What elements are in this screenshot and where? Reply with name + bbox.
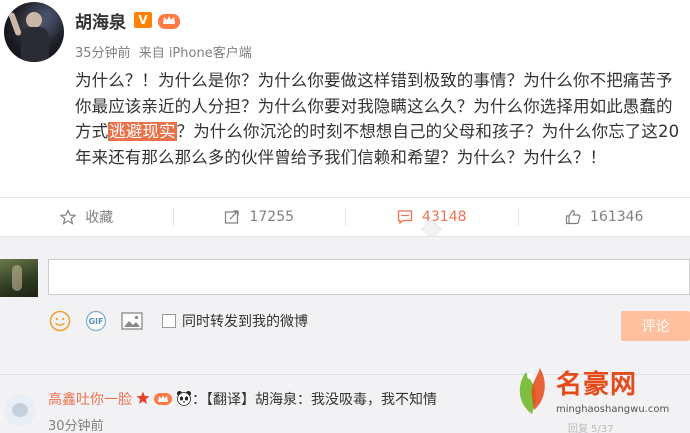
author-name[interactable]: 胡海泉 <box>75 8 126 33</box>
leaf-logo-icon <box>512 360 552 416</box>
forward-button[interactable]: 17255 <box>172 198 346 235</box>
comment-line: 高鑫吐你一脸 ：【翻译】胡海泉：我没吸毒，我不知情 <box>48 389 437 409</box>
submit-comment-button[interactable]: 评论 <box>621 311 690 341</box>
action-bar: 收藏 17255 43148 161346 <box>0 197 690 235</box>
star-badge-icon <box>136 391 150 408</box>
avatar-head <box>26 12 42 28</box>
content-highlight: 逃避现实 <box>108 122 177 141</box>
panda-icon <box>176 390 192 409</box>
member-crown-icon[interactable] <box>158 11 180 29</box>
star-icon <box>59 208 77 226</box>
comment-input[interactable] <box>48 259 690 295</box>
thumbs-up-icon <box>564 208 582 226</box>
favorite-label: 收藏 <box>85 209 114 226</box>
like-button[interactable]: 161346 <box>517 198 690 235</box>
gif-icon[interactable]: GIF <box>84 309 108 333</box>
author-row: 胡海泉 V <box>75 8 180 33</box>
forward-count: 17255 <box>249 208 295 225</box>
weibo-post: 胡海泉 V 35分钟前 来自 iPhone客户端 为什么？！为什么是你？为什么你… <box>0 0 690 190</box>
comment-tools: GIF 同时转发到我的微博 <box>48 309 308 333</box>
svg-text:GIF: GIF <box>88 317 103 326</box>
like-count: 161346 <box>590 208 644 225</box>
my-avatar[interactable] <box>0 259 38 297</box>
image-icon[interactable] <box>120 309 144 333</box>
author-avatar[interactable] <box>4 2 64 62</box>
watermark-footer: 回复 5/37 <box>568 424 614 433</box>
comment-icon <box>396 208 414 226</box>
forward-checkbox[interactable] <box>162 314 176 328</box>
forward-icon <box>223 208 241 226</box>
verified-badge-icon[interactable]: V <box>134 12 152 28</box>
member-crown-icon <box>154 391 172 408</box>
emoji-icon[interactable] <box>48 309 72 333</box>
post-meta: 35分钟前 来自 iPhone客户端 <box>75 42 256 61</box>
forward-checkbox-label[interactable]: 同时转发到我的微博 <box>182 311 308 331</box>
commenter-name[interactable]: 高鑫吐你一脸 <box>48 389 132 409</box>
comment-text: ：【翻译】胡海泉：我没吸毒，我不知情 <box>192 392 437 408</box>
commenter-avatar[interactable] <box>4 394 36 426</box>
watermark-url: minghaoshangwu.com <box>556 404 670 415</box>
comment-time: 30分钟前 <box>48 419 104 433</box>
site-watermark: 名豪网 minghaoshangwu.com 回复 5/37 <box>510 356 690 433</box>
comment-button[interactable]: 43148 <box>345 198 518 235</box>
post-source[interactable]: 来自 iPhone客户端 <box>139 46 252 61</box>
post-time[interactable]: 35分钟前 <box>75 46 131 61</box>
post-content: 为什么？！为什么是你？为什么你要做这样错到极致的事情？为什么你不把痛苦予你最应该… <box>75 68 685 170</box>
comment-count: 43148 <box>421 208 467 225</box>
avatar-body <box>21 27 49 61</box>
favorite-button[interactable]: 收藏 <box>0 198 173 235</box>
watermark-name: 名豪网 <box>556 370 638 400</box>
